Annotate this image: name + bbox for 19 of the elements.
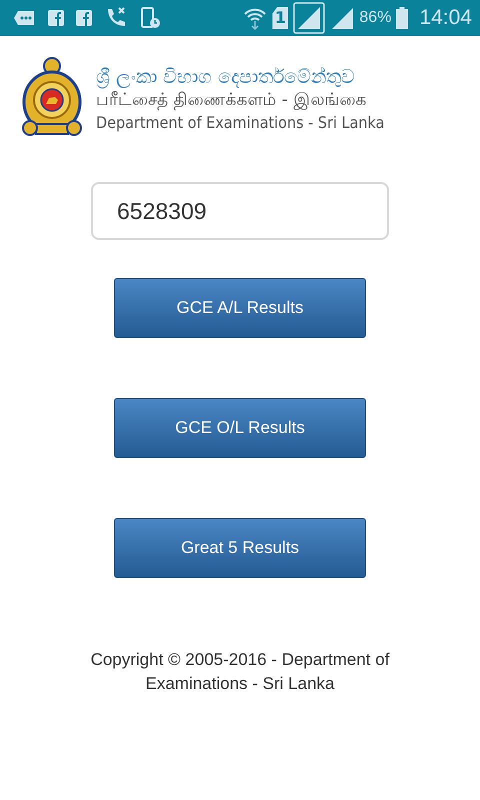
sim-card-icon: 1 (272, 7, 288, 29)
battery-level: 86% (359, 9, 392, 27)
copyright-text: Copyright © 2005-2016 - Department of Examinations - Sri Lanka (90, 649, 390, 695)
battery-icon (396, 7, 408, 29)
message-icon (14, 10, 36, 26)
results-button[interactable]: GCE A/L Results (114, 278, 366, 338)
clock: 14:04 (419, 6, 472, 30)
facebook-icon (48, 10, 64, 26)
sinhala-title: ශ්‍රී ලංකා විභාග දෙපාර්තමේන්තුව (96, 66, 356, 88)
index-number-field[interactable]: 6528309 (91, 182, 389, 240)
results-button[interactable]: GCE O/L Results (114, 398, 366, 458)
wifi-icon (243, 6, 268, 30)
facebook-icon (76, 10, 92, 26)
results-button[interactable]: Great 5 Results (114, 518, 366, 578)
signal-icon (293, 2, 326, 34)
tamil-title: பரீட்சைத் திணைக்களம் - இலங்கை (96, 90, 368, 111)
tablet-clock-icon (140, 6, 162, 30)
signal-icon (330, 6, 354, 30)
english-title: Department of Examinations - Sri Lanka (96, 113, 384, 132)
